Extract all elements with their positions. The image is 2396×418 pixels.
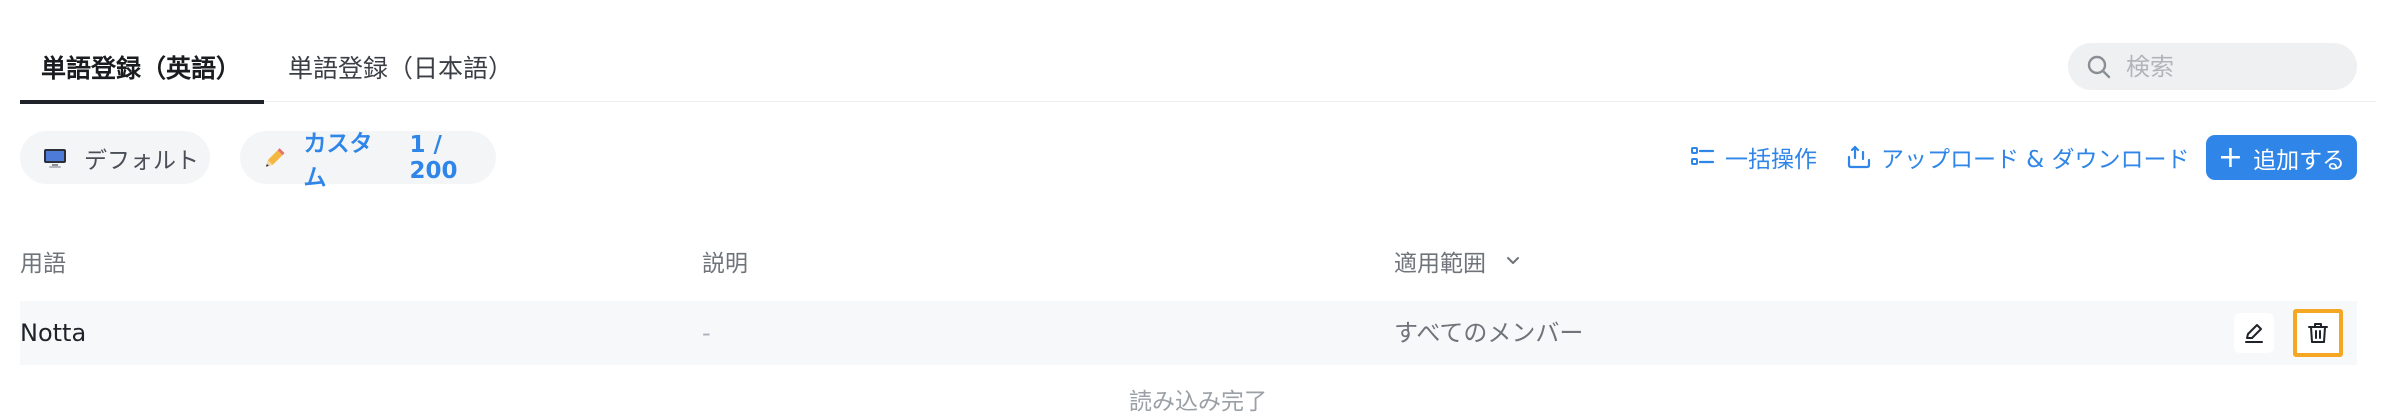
search-box[interactable] bbox=[2068, 43, 2357, 90]
search-icon bbox=[2087, 55, 2111, 79]
pencil-icon bbox=[265, 147, 285, 167]
term-cell: Notta bbox=[20, 319, 87, 347]
column-header-scope[interactable]: 適用範囲 bbox=[1394, 244, 1522, 278]
trash-icon bbox=[2308, 323, 2328, 343]
load-complete-status: 読み込み完了 bbox=[1129, 389, 1267, 415]
edit-icon bbox=[2245, 324, 2263, 343]
upload-download-button[interactable]: アップロード & ダウンロード bbox=[1846, 139, 2190, 175]
column-header-term: 用語 bbox=[20, 251, 66, 277]
vocabulary-page: 単語登録（英語） 単語登録（日本語） デフォルト カスタム 1 / 200 bbox=[0, 0, 2396, 418]
list-check-icon bbox=[1691, 147, 1715, 165]
tab-bar: 単語登録（英語） 単語登録（日本語） bbox=[20, 36, 2376, 104]
search-input[interactable] bbox=[2126, 43, 2346, 90]
custom-count: 1 / 200 bbox=[409, 131, 458, 184]
batch-operation-label: 一括操作 bbox=[1725, 147, 1817, 173]
batch-operation-button[interactable]: 一括操作 bbox=[1690, 139, 1817, 175]
add-button[interactable]: + 追加する bbox=[2206, 135, 2357, 180]
tab-english-vocabulary[interactable]: 単語登録（英語） bbox=[20, 36, 264, 104]
delete-button[interactable] bbox=[2293, 309, 2343, 357]
plus-icon: + bbox=[2217, 139, 2244, 175]
tab-japanese-vocabulary[interactable]: 単語登録（日本語） bbox=[288, 36, 513, 102]
default-filter-label: デフォルト bbox=[84, 147, 199, 174]
add-button-label: 追加する bbox=[2253, 147, 2346, 174]
column-header-scope-label: 適用範囲 bbox=[1394, 251, 1486, 277]
scope-cell: すべてのメンバー bbox=[1394, 319, 1584, 347]
monitor-icon bbox=[44, 148, 66, 168]
upload-download-label: アップロード & ダウンロード bbox=[1881, 147, 2190, 173]
description-cell: - bbox=[702, 319, 711, 347]
custom-filter-chip[interactable]: カスタム 1 / 200 bbox=[240, 131, 496, 191]
custom-filter-label: カスタム bbox=[303, 130, 373, 191]
edit-button[interactable] bbox=[2234, 313, 2274, 353]
upload-download-icon bbox=[1847, 145, 1871, 169]
table-row: Notta - すべてのメンバー bbox=[20, 301, 2357, 365]
chevron-down-icon bbox=[1507, 257, 1519, 264]
column-header-description: 説明 bbox=[702, 251, 748, 277]
default-filter-chip[interactable]: デフォルト bbox=[20, 131, 210, 184]
